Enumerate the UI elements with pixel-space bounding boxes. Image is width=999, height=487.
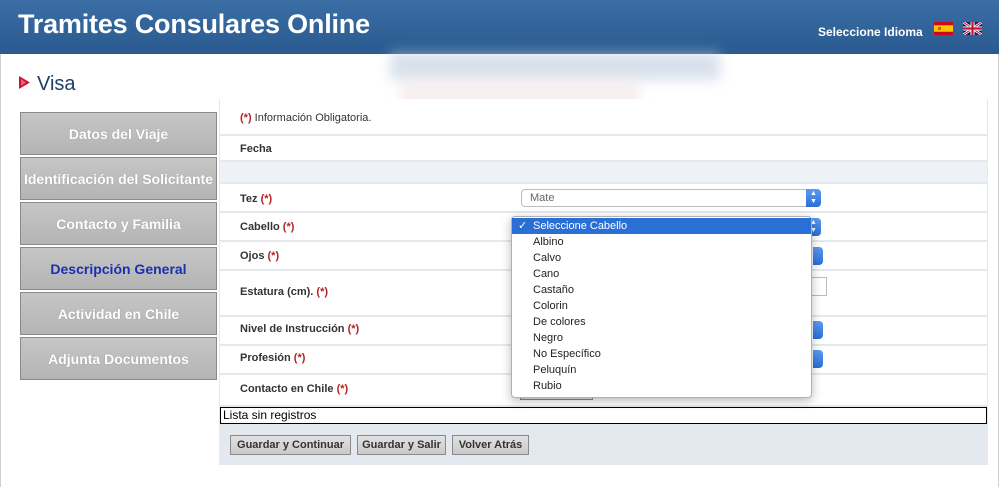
note-text: Información Obligatoria. [254, 112, 372, 124]
dropdown-option-rubio[interactable]: Rubio [512, 378, 811, 394]
app-header: Tramites Consulares Online Seleccione Id… [0, 0, 999, 54]
fecha-row: Fecha [220, 136, 987, 161]
dropdown-option-de-colores[interactable]: De colores [512, 314, 811, 330]
save-exit-button[interactable]: Guardar y Salir [357, 435, 446, 455]
tez-row: Tez (*) Mate ▲ ▼ [220, 184, 987, 212]
ojos-select-arrow[interactable] [813, 247, 823, 265]
estatura-label: Estatura (cm). [240, 286, 314, 298]
spanish-flag-icon[interactable] [934, 22, 953, 35]
dropdown-option-calvo[interactable]: Calvo [512, 250, 811, 266]
dropdown-option-peluquin[interactable]: Peluquín [512, 362, 811, 378]
sidebar-item-descripcion-general[interactable]: Descripción General [20, 247, 217, 290]
nivel-select-arrow[interactable] [813, 321, 823, 339]
sidebar-item-actividad-en-chile[interactable]: Actividad en Chile [20, 292, 217, 335]
profesion-select-arrow[interactable] [813, 350, 823, 368]
contacto-label: Contacto en Chile [240, 383, 334, 395]
select-arrows-icon: ▲ ▼ [806, 189, 821, 207]
option-label: Seleccione Cabello [533, 220, 628, 232]
page-title: Visa [37, 73, 76, 95]
sidebar-item-identificacion[interactable]: Identificación del Solicitante [20, 157, 217, 200]
back-button[interactable]: Volver Atrás [452, 435, 529, 455]
uk-flag-icon[interactable] [963, 22, 982, 35]
app-title: Tramites Consulares Online [18, 9, 370, 39]
required-mark: (*) [347, 323, 360, 335]
blur-artifact [390, 52, 720, 80]
empty-list-box: Lista sin registros [220, 407, 987, 424]
required-mark: (*) [260, 193, 273, 205]
ojos-label: Ojos [240, 250, 265, 262]
dropdown-option-castano[interactable]: Castaño [512, 282, 811, 298]
required-mark: (*) [293, 352, 306, 364]
tez-select[interactable]: Mate ▲ ▼ [521, 189, 821, 207]
dropdown-option-albino[interactable]: Albino [512, 234, 811, 250]
required-mark: (*) [240, 112, 252, 124]
nivel-label: Nivel de Instrucción [240, 323, 345, 335]
fecha-label: Fecha [240, 143, 272, 155]
required-mark: (*) [267, 250, 280, 262]
dropdown-option-cano[interactable]: Cano [512, 266, 811, 282]
tez-label: Tez [240, 193, 258, 205]
sidebar-item-datos-del-viaje[interactable]: Datos del Viaje [20, 112, 217, 155]
required-mark: (*) [282, 221, 295, 233]
dropdown-option-negro[interactable]: Negro [512, 330, 811, 346]
cabello-dropdown-list: ✓ Seleccione Cabello Albino Calvo Cano C… [511, 216, 812, 398]
dropdown-option-colorin[interactable]: Colorin [512, 298, 811, 314]
sidebar-item-adjunta-documentos[interactable]: Adjunta Documentos [20, 337, 217, 380]
dropdown-option-no-especifico[interactable]: No Específico [512, 346, 811, 362]
required-note-row: (*) Información Obligatoria. [220, 99, 987, 135]
required-note: (*) Información Obligatoria. [240, 112, 371, 124]
required-mark: (*) [336, 383, 349, 395]
checkmark-icon: ✓ [518, 220, 528, 232]
sidebar-item-contacto-familia[interactable]: Contacto y Familia [20, 202, 217, 245]
blank-row [220, 162, 987, 183]
cabello-label: Cabello [240, 221, 280, 233]
dropdown-option-seleccione-cabello[interactable]: ✓ Seleccione Cabello [512, 218, 811, 234]
profesion-label: Profesión [240, 352, 291, 364]
play-arrow-icon [19, 76, 30, 89]
save-continue-button[interactable]: Guardar y Continuar [230, 435, 351, 455]
required-mark: (*) [316, 286, 329, 298]
tez-value: Mate [530, 192, 555, 204]
estatura-input[interactable] [810, 277, 827, 296]
language-label: Seleccione Idioma [818, 25, 923, 39]
